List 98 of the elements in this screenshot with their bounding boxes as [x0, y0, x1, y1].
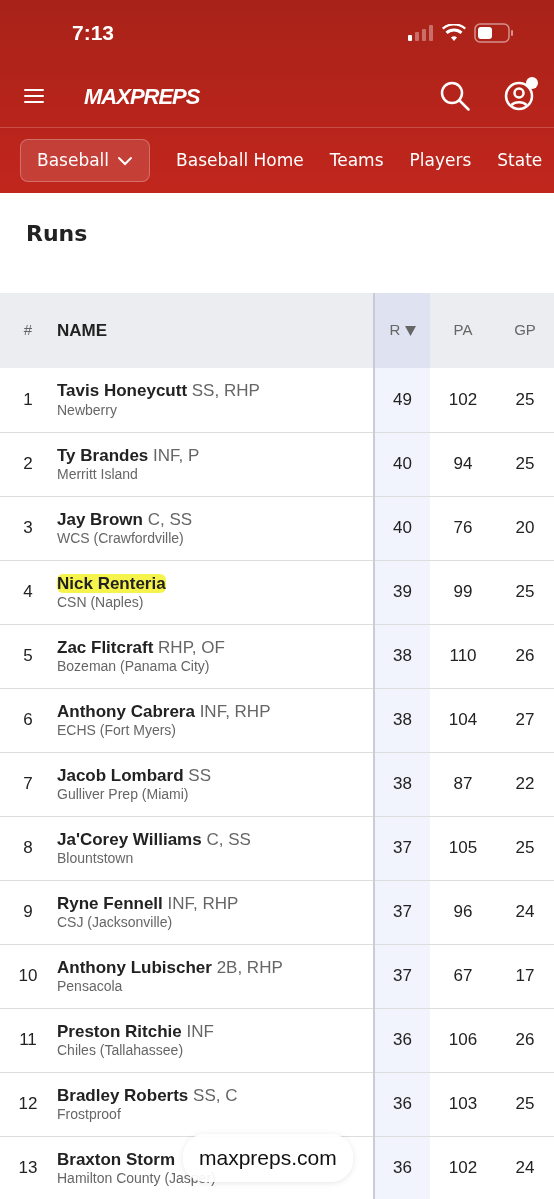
rank-cell: 11 [19, 1030, 37, 1050]
stat-cell: 26 [515, 1030, 535, 1050]
account-icon[interactable] [504, 81, 534, 111]
player-name[interactable]: Preston Ritchie INF [57, 1020, 372, 1042]
stat-cell: 49 [393, 390, 412, 410]
rank-cell: 4 [23, 582, 33, 602]
school-name: Pensacola [57, 977, 124, 996]
signal-icon [408, 24, 434, 41]
stat-cell: 20 [515, 518, 535, 538]
player-name[interactable]: Tavis Honeycutt SS, RHP [57, 380, 372, 402]
stat-cell: 87 [453, 774, 473, 794]
rank-cell: 13 [18, 1158, 38, 1178]
school-name: Newberry [57, 401, 118, 420]
stat-cell: 103 [448, 1094, 478, 1114]
stat-cell: 26 [515, 646, 535, 666]
logo[interactable]: MAXPREPS [84, 79, 200, 113]
player-name[interactable]: Bradley Roberts SS, C [57, 1084, 372, 1106]
page-title: Runs [25, 220, 89, 248]
player-name[interactable]: Nick Renteria [57, 572, 372, 594]
rank-cell: 12 [18, 1094, 38, 1114]
player-name[interactable]: Anthony Cabrera INF, RHP [57, 700, 372, 722]
stat-cell: 36 [393, 1158, 412, 1178]
player-name[interactable]: Zac Flitcraft RHP, OF [57, 636, 372, 658]
stat-cell: 105 [448, 838, 478, 858]
nav-link[interactable]: Players [409, 147, 472, 174]
school-name: ECHS (Fort Myers) [57, 721, 177, 740]
stat-cell: 104 [448, 710, 478, 730]
stat-cell: 25 [515, 1094, 535, 1114]
stat-cell: 36 [393, 1030, 412, 1050]
stat-cell: 39 [393, 582, 412, 602]
sort-descending-icon [404, 326, 416, 337]
player-name[interactable]: Jay Brown C, SS [57, 508, 372, 530]
column-header[interactable]: # [23, 321, 33, 339]
stat-cell: 25 [515, 582, 535, 602]
rank-cell: 8 [23, 838, 33, 858]
player-name[interactable]: Jacob Lombard SS [57, 764, 372, 786]
nav-link[interactable]: Teams [329, 147, 384, 174]
column-header[interactable]: GP [514, 321, 536, 339]
chevron-down-icon [117, 155, 134, 166]
stat-cell: 96 [453, 902, 473, 922]
rank-cell: 7 [23, 774, 33, 794]
stat-cell: 17 [515, 966, 535, 986]
status-time: 7:13 [72, 19, 115, 46]
stat-cell: 94 [453, 454, 473, 474]
rank-cell: 9 [23, 902, 33, 922]
rank-cell: 3 [23, 518, 33, 538]
stat-cell: 38 [393, 710, 412, 730]
menu-icon[interactable] [24, 88, 44, 104]
stat-cell: 110 [449, 646, 477, 666]
school-name: CSN (Naples) [57, 593, 145, 612]
stat-cell: 102 [448, 1158, 478, 1178]
rank-cell: 1 [23, 390, 33, 410]
stat-cell: 40 [393, 454, 412, 474]
battery-icon [474, 22, 514, 43]
stat-cell: 37 [393, 966, 412, 986]
player-name[interactable]: Anthony Lubischer 2B, RHP [57, 956, 372, 978]
stat-cell: 102 [448, 390, 478, 410]
rank-cell: 5 [23, 646, 33, 666]
stat-cell: 37 [393, 902, 412, 922]
school-name: Hamilton County (Jasper) [57, 1169, 217, 1188]
wifi-icon [442, 23, 466, 42]
column-header[interactable]: NAME [57, 320, 108, 340]
nav-link[interactable]: State [497, 147, 543, 174]
stat-cell: 25 [515, 838, 535, 858]
player-name[interactable]: Ja'Corey Williams C, SS [57, 828, 372, 850]
stat-cell: 25 [515, 390, 535, 410]
rank-cell: 6 [23, 710, 33, 730]
stat-cell: 38 [393, 774, 412, 794]
stat-cell: 24 [515, 1158, 535, 1178]
stat-cell: 36 [393, 1094, 412, 1114]
stat-cell: 24 [515, 902, 535, 922]
school-name: WCS (Crawfordville) [57, 529, 185, 548]
stat-cell: 27 [515, 710, 535, 730]
stat-cell: 25 [515, 454, 535, 474]
school-name: Frostproof [57, 1105, 122, 1124]
school-name: Bozeman (Panama City) [57, 657, 211, 676]
search-icon[interactable] [440, 81, 470, 111]
school-name: CSJ (Jacksonville) [57, 913, 174, 932]
school-name: Gulliver Prep (Miami) [57, 785, 190, 804]
school-name: Blountstown [57, 849, 135, 868]
column-header[interactable]: PA [453, 321, 473, 339]
player-name[interactable]: Ty Brandes INF, P [57, 444, 372, 466]
column-header[interactable]: R [389, 321, 401, 339]
stat-cell: 67 [453, 966, 473, 986]
rank-cell: 10 [18, 966, 38, 986]
stat-cell: 99 [453, 582, 473, 602]
stat-cell: 76 [453, 518, 473, 538]
stat-cell: 38 [393, 646, 412, 666]
nav-link[interactable]: Baseball Home [176, 147, 304, 174]
player-name[interactable]: Ryne Fennell INF, RHP [57, 892, 372, 914]
school-name: Merritt Island [57, 465, 139, 484]
school-name: Chiles (Tallahassee) [57, 1041, 185, 1060]
stat-cell: 37 [393, 838, 412, 858]
stat-cell: 106 [448, 1030, 478, 1050]
stat-cell: 22 [515, 774, 535, 794]
stat-cell: 40 [393, 518, 412, 538]
sport-dropdown[interactable]: Baseball [20, 138, 151, 183]
rank-cell: 2 [23, 454, 33, 474]
